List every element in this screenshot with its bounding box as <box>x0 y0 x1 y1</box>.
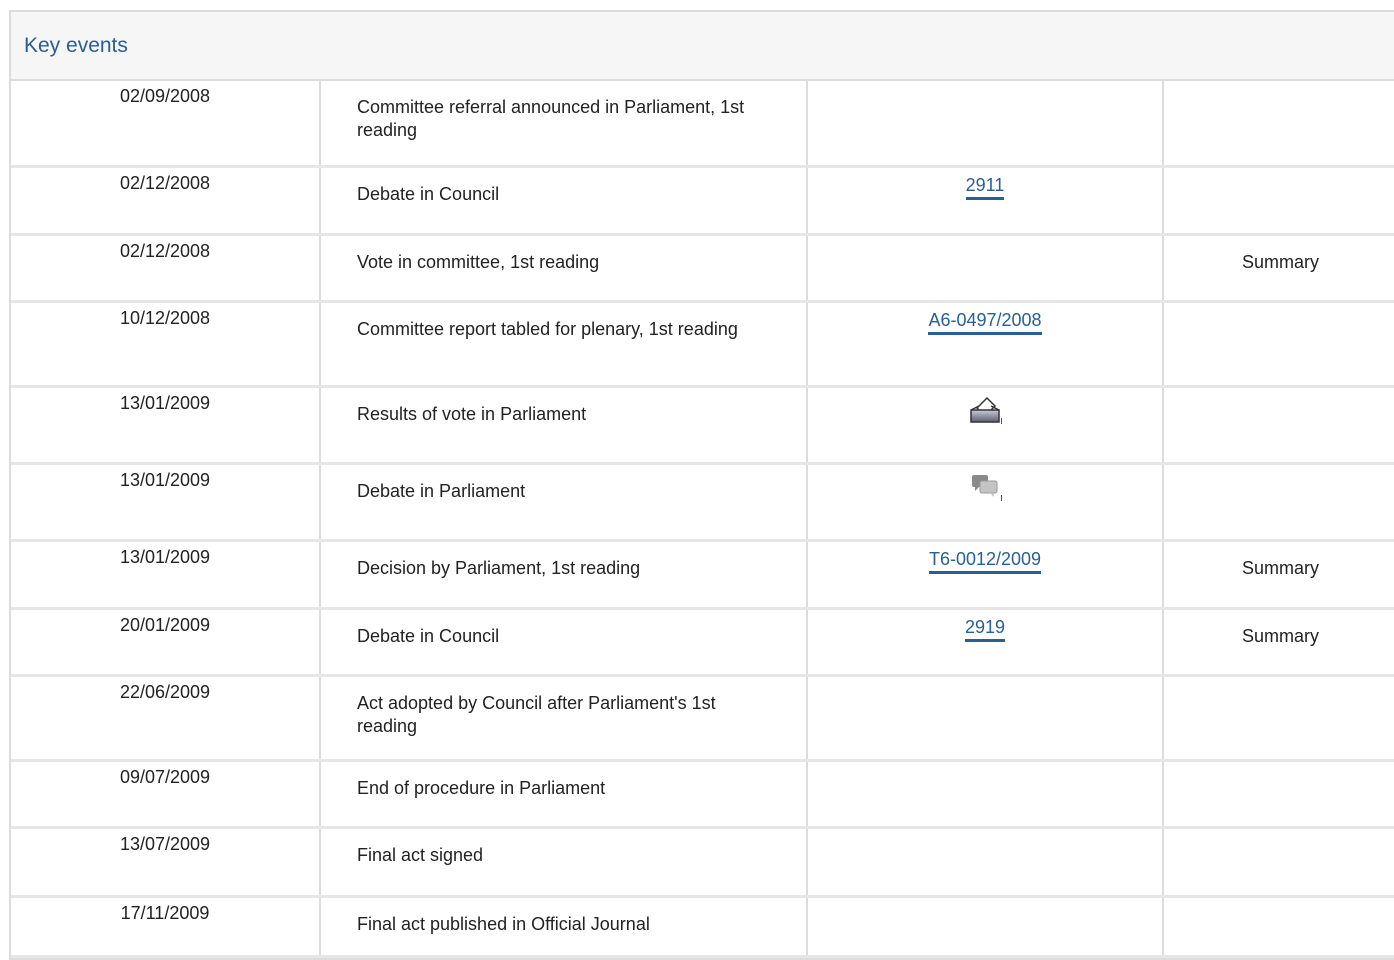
event-summary[interactable]: Summary <box>1163 234 1394 303</box>
event-description: Committee report tabled for plenary, 1st… <box>320 301 808 388</box>
event-document-cell <box>807 81 1164 168</box>
event-date: 02/12/2008 <box>11 166 321 236</box>
document-link[interactable]: 2919 <box>964 616 1006 642</box>
event-description: Results of vote in Parliament <box>320 386 808 465</box>
event-description: Debate in Parliament <box>320 463 808 542</box>
event-date: 02/12/2008 <box>11 234 321 303</box>
document-link[interactable]: T6-0012/2009 <box>928 548 1042 574</box>
event-row: 09/07/2009 End of procedure in Parliament <box>11 760 1394 829</box>
debate-link[interactable] <box>968 471 1002 501</box>
event-row: 20/01/2009 Debate in Council 2919 Summary <box>11 608 1394 677</box>
event-row: 02/12/2008 Vote in committee, 1st reading… <box>11 234 1394 303</box>
event-description: Committee referral announced in Parliame… <box>320 81 808 168</box>
link-underline-mark <box>1001 417 1002 424</box>
event-date: 17/11/2009 <box>11 896 321 958</box>
document-link[interactable]: 2911 <box>965 174 1005 200</box>
event-summary <box>1163 896 1394 958</box>
event-summary[interactable]: Summary <box>1163 540 1394 610</box>
key-events-panel: Key events 02/09/2008 Committee referral … <box>9 10 1394 960</box>
event-description: Final act published in Official Journal <box>320 896 808 958</box>
event-row: 22/06/2009 Act adopted by Council after P… <box>11 675 1394 762</box>
event-document-cell <box>807 386 1164 465</box>
document-link[interactable]: A6-0497/2008 <box>928 309 1042 335</box>
event-date: 09/07/2009 <box>11 760 321 829</box>
event-date: 13/07/2009 <box>11 827 321 898</box>
event-row: 10/12/2008 Committee report tabled for pl… <box>11 301 1394 388</box>
event-date: 10/12/2008 <box>11 301 321 388</box>
event-date: 22/06/2009 <box>11 675 321 762</box>
event-date: 13/01/2009 <box>11 386 321 465</box>
event-summary <box>1163 827 1394 898</box>
event-summary <box>1163 386 1394 465</box>
debate-icon <box>972 474 998 497</box>
event-document-cell: 2911 <box>807 166 1164 236</box>
event-document-cell <box>807 675 1164 762</box>
event-description: Debate in Council <box>320 608 808 677</box>
event-row: 13/01/2009 Debate in Parliament <box>11 463 1394 542</box>
event-summary <box>1163 463 1394 542</box>
event-row: 02/09/2008 Committee referral announced i… <box>11 81 1394 168</box>
event-row: 17/11/2009 Final act published in Officia… <box>11 896 1394 958</box>
event-summary <box>1163 760 1394 829</box>
event-description: End of procedure in Parliament <box>320 760 808 829</box>
event-row: 02/12/2008 Debate in Council 2911 <box>11 166 1394 236</box>
event-description: Vote in committee, 1st reading <box>320 234 808 303</box>
link-underline-mark <box>1001 494 1002 501</box>
event-document-cell: T6-0012/2009 <box>807 540 1164 610</box>
panel-title: Key events <box>24 33 128 57</box>
event-description: Decision by Parliament, 1st reading <box>320 540 808 610</box>
vote-results-link[interactable] <box>968 394 1002 424</box>
event-document-cell <box>807 463 1164 542</box>
event-row: 13/07/2009 Final act signed <box>11 827 1394 898</box>
event-description: Act adopted by Council after Parliament'… <box>320 675 808 762</box>
event-description: Debate in Council <box>320 166 808 236</box>
event-date: 20/01/2009 <box>11 608 321 677</box>
event-document-cell: A6-0497/2008 <box>807 301 1164 388</box>
event-date: 13/01/2009 <box>11 463 321 542</box>
event-date: 02/09/2008 <box>11 81 321 168</box>
event-summary <box>1163 675 1394 762</box>
event-document-cell: 2919 <box>807 608 1164 677</box>
event-document-cell <box>807 827 1164 898</box>
event-description: Final act signed <box>320 827 808 898</box>
key-events-table-body: 02/09/2008 Committee referral announced i… <box>11 81 1394 958</box>
event-document-cell <box>807 234 1164 303</box>
ballot-box-icon <box>970 396 1000 423</box>
event-row: 13/01/2009 Results of vote in Parliament <box>11 386 1394 465</box>
key-events-table: 02/09/2008 Committee referral announced i… <box>11 81 1394 958</box>
panel-header: Key events <box>11 12 1394 81</box>
event-document-cell <box>807 760 1164 829</box>
event-summary <box>1163 81 1394 168</box>
event-row: 13/01/2009 Decision by Parliament, 1st re… <box>11 540 1394 610</box>
event-document-cell <box>807 896 1164 958</box>
event-summary <box>1163 166 1394 236</box>
event-date: 13/01/2009 <box>11 540 321 610</box>
event-summary[interactable]: Summary <box>1163 608 1394 677</box>
event-summary <box>1163 301 1394 388</box>
